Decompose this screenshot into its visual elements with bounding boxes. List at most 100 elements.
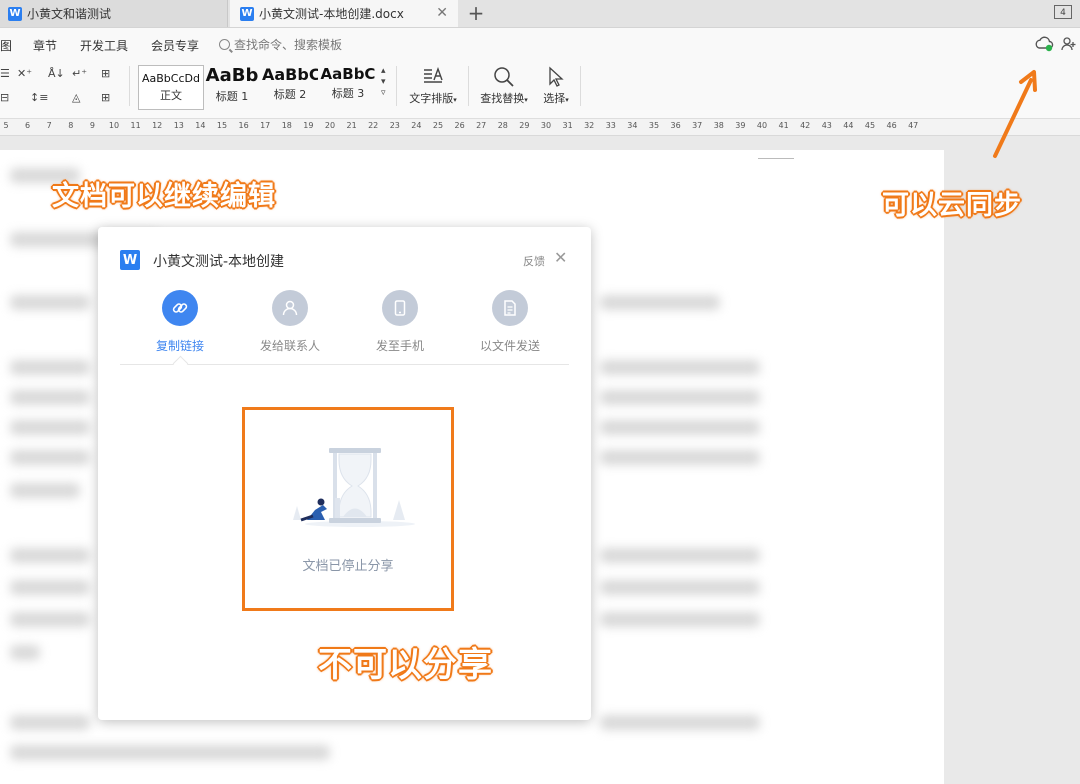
annotation-arrow-icon [993,70,1037,158]
ruler-number: 20 [324,121,336,130]
ruler-number: 28 [497,121,508,130]
share-option-label: 发至手机 [375,339,424,353]
ruler-number: 16 [238,121,249,130]
magnifier-icon [476,64,532,90]
ruler-number: 40 [756,121,768,130]
share-stopped-message: 文档已停止分享 [302,559,394,574]
ruler-number: 37 [692,121,703,130]
tab-label: 小黄文和谐测试 [27,7,112,21]
shading-icon[interactable]: ◬ [72,91,80,104]
style-label: 标题 1 [215,90,249,103]
file-icon [492,290,528,326]
cursor-icon [538,64,574,90]
align-icon[interactable]: ⊟ [0,91,9,104]
style-sample: AaBb [205,65,259,86]
share-option-contact[interactable]: 发给联系人 [245,290,335,354]
menu-item-chapter[interactable]: 章节 [33,37,57,54]
style-heading-2[interactable]: AaBbC 标题 2 [262,65,318,108]
cloud-sync-icon[interactable] [1035,36,1055,52]
text-direction-icon[interactable]: ✕⁺ [17,67,32,80]
close-tab-icon[interactable]: ✕ [436,5,448,21]
tab-label: 小黄文测试-本地创建.docx [259,7,404,21]
page-corner-mark [758,150,794,159]
ruler-number: 11 [130,121,141,130]
ruler-number: 41 [778,121,789,130]
share-option-file[interactable]: 以文件发送 [465,290,555,354]
sort-icon[interactable]: Å↓ [48,67,65,80]
ruler-number: 29 [519,121,530,130]
indent-icon[interactable]: ↵⁺ [72,67,87,80]
line-spacing-icon[interactable]: ☰ [0,67,10,80]
tab-document-2[interactable]: W 小黄文测试-本地创建.docx ✕ [230,0,458,27]
tab-document-1[interactable]: W 小黄文和谐测试 [0,0,228,27]
ruler-number: 7 [46,121,52,130]
ruler-number: 46 [886,121,897,130]
share-stopped-highlight: 文档已停止分享 [242,407,454,611]
horizontal-ruler[interactable]: 5 6 7 8 9 10 11 12 13 14 15 16 17 18 19 20 21 22 23 24 25 26 2… [0,119,1080,136]
menu-item-view[interactable]: 图 [0,37,12,54]
style-heading-1[interactable]: AaBb 标题 1 [203,65,261,108]
annotation-editable: 文档可以继续编辑 [52,181,276,212]
ruler-number: 32 [584,121,595,130]
border-icon[interactable]: ⊞ [101,91,110,104]
ruler-number: 35 [648,121,660,130]
ruler-number: 6 [25,121,31,130]
style-label: 标题 3 [331,87,365,100]
ruler-number: 25 [432,121,444,130]
feedback-link[interactable]: 反馈 [523,253,545,269]
ruler-number: 27 [476,121,487,130]
ruler-number: 8 [68,121,74,130]
style-sample: AaBbCcDd [142,72,200,85]
wps-writer-icon: W [120,250,140,270]
style-sample: AaBbC [320,65,376,83]
share-option-copy-link[interactable]: 复制链接 [135,290,225,354]
ruler-number: 24 [411,121,422,130]
menu-bar: 图 章节 开发工具 会员专享 查找命令、搜索模板 [0,28,1080,60]
menu-item-developer[interactable]: 开发工具 [80,37,128,54]
active-tab-caret [172,355,189,372]
ruler-number: 26 [454,121,465,130]
share-option-label: 发给联系人 [259,339,320,353]
ruler-number: 5 [3,121,9,130]
ruler-number: 38 [713,121,724,130]
add-collaborator-icon[interactable] [1061,36,1077,52]
style-heading-3[interactable]: AaBbC 标题 3 [320,65,376,108]
share-option-label: 复制链接 [155,339,204,353]
ruler-number: 33 [605,121,616,130]
text-layout-button[interactable]: 文字排版▾ [404,64,462,106]
ruler-number: 21 [346,121,357,130]
select-label: 选择 [543,92,566,105]
style-label: 正文 [160,89,182,102]
share-option-phone[interactable]: 发至手机 [355,290,445,354]
ruler-number: 44 [843,121,854,130]
ruler-number: 13 [173,121,184,130]
menu-item-member[interactable]: 会员专享 [151,37,199,54]
find-replace-button[interactable]: 查找替换▾ [476,64,532,106]
style-normal[interactable]: AaBbCcDd 正文 [138,65,204,110]
ruler-number: 47 [908,121,919,130]
search-placeholder: 查找命令、搜索模板 [234,38,343,52]
ruler-number: 36 [670,121,681,130]
ruler-number: 17 [260,121,271,130]
command-search[interactable]: 查找命令、搜索模板 [219,36,342,53]
ruler-number: 10 [108,121,120,130]
ribbon-divider [129,66,130,106]
ruler-number: 12 [152,121,163,130]
ruler-number: 23 [389,121,400,130]
ribbon-divider [468,66,469,106]
style-gallery-scroll[interactable]: ▴ ▾ ▿ [381,66,386,99]
ruler-number: 9 [89,121,95,130]
wps-writer-icon: W [240,6,254,21]
annotation-cloud-sync: 可以云同步 [882,190,1022,221]
window-count-badge[interactable]: 4 [1054,5,1072,19]
select-button[interactable]: 选择▾ [538,64,574,106]
new-tab-button[interactable]: + [466,1,486,25]
ruler-toggle-icon[interactable]: ⊞ [101,67,110,80]
share-option-label: 以文件发送 [479,339,540,353]
close-icon[interactable]: ✕ [554,248,567,267]
ruler-number: 30 [540,121,552,130]
ruler-number: 39 [735,121,746,130]
paragraph-spacing-icon[interactable]: ↕≡ [30,91,48,104]
ruler-number: 22 [368,121,379,130]
ribbon-divider [396,66,397,106]
